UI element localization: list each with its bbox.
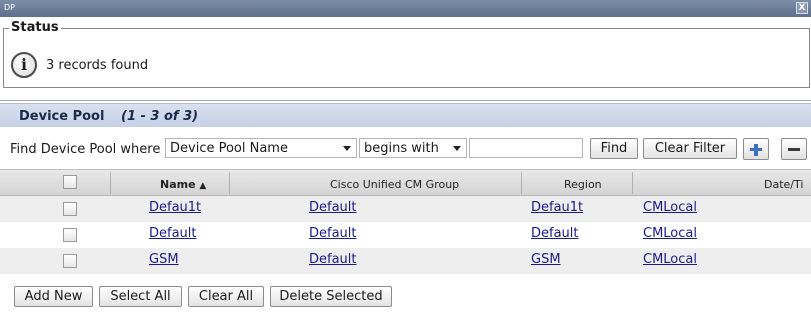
select-all-checkbox[interactable] xyxy=(63,175,77,189)
chevron-down-icon xyxy=(453,146,461,151)
record-range: (1 - 3 of 3) xyxy=(121,109,199,124)
cm-group-link[interactable]: Default xyxy=(309,200,357,215)
table-row: Defau1t Default Defau1t CMLocal xyxy=(0,196,811,222)
select-all-button[interactable]: Select All xyxy=(99,286,182,307)
add-new-button[interactable]: Add New xyxy=(14,286,93,307)
region-link[interactable]: Default xyxy=(531,226,579,241)
section-title: Device Pool xyxy=(19,109,105,124)
filter-bar: Find Device Pool where Device Pool Name … xyxy=(0,135,811,163)
table-row: GSM Default GSM CMLocal xyxy=(0,248,811,274)
add-filter-button[interactable] xyxy=(743,138,769,160)
filter-field-value: Device Pool Name xyxy=(170,141,288,156)
divider xyxy=(0,100,811,101)
clear-all-button[interactable]: Clear All xyxy=(188,286,264,307)
datetime-link[interactable]: CMLocal xyxy=(643,252,697,267)
window-titlebar: DP X xyxy=(0,0,811,17)
sort-ascending-icon: ▲ xyxy=(199,181,207,191)
datetime-link[interactable]: CMLocal xyxy=(643,226,697,241)
column-header-datetime[interactable]: Date/Ti xyxy=(764,178,803,191)
status-legend: Status xyxy=(9,20,61,35)
name-link[interactable]: Defau1t xyxy=(149,200,201,215)
cm-group-link[interactable]: Default xyxy=(309,252,357,267)
name-link[interactable]: Default xyxy=(149,226,197,241)
table-row: Default Default Default CMLocal xyxy=(0,222,811,248)
region-link[interactable]: GSM xyxy=(531,252,561,267)
filter-operator-value: begins with xyxy=(364,141,439,156)
clear-filter-button[interactable]: Clear Filter xyxy=(643,138,737,159)
region-link[interactable]: Defau1t xyxy=(531,200,583,215)
section-header: Device Pool (1 - 3 of 3) xyxy=(0,103,811,127)
info-icon: i xyxy=(11,52,37,78)
column-header-region[interactable]: Region xyxy=(564,178,602,191)
cm-group-link[interactable]: Default xyxy=(309,226,357,241)
window-title: DP xyxy=(4,3,15,12)
filter-search-input[interactable] xyxy=(469,138,583,158)
delete-selected-button[interactable]: Delete Selected xyxy=(270,286,392,307)
action-bar: Add New Select All Clear All Delete Sele… xyxy=(0,282,811,312)
name-link[interactable]: GSM xyxy=(149,252,179,267)
filter-label: Find Device Pool where xyxy=(10,142,161,157)
row-checkbox[interactable] xyxy=(63,254,77,268)
close-icon[interactable]: X xyxy=(796,2,808,14)
table-header: Name ▲ Cisco Unified CM Group Region Dat… xyxy=(0,169,811,196)
column-header-name[interactable]: Name ▲ xyxy=(160,178,206,191)
row-checkbox[interactable] xyxy=(63,202,77,216)
find-button[interactable]: Find xyxy=(590,138,638,159)
chevron-down-icon xyxy=(343,146,351,151)
filter-operator-select[interactable]: begins with xyxy=(359,138,467,158)
datetime-link[interactable]: CMLocal xyxy=(643,200,697,215)
status-message: 3 records found xyxy=(46,58,149,73)
remove-filter-button[interactable] xyxy=(781,138,807,160)
filter-field-select[interactable]: Device Pool Name xyxy=(165,138,357,158)
row-checkbox[interactable] xyxy=(63,228,77,242)
column-header-cm-group[interactable]: Cisco Unified CM Group xyxy=(330,178,459,191)
status-panel: Status i 3 records found xyxy=(3,20,810,88)
